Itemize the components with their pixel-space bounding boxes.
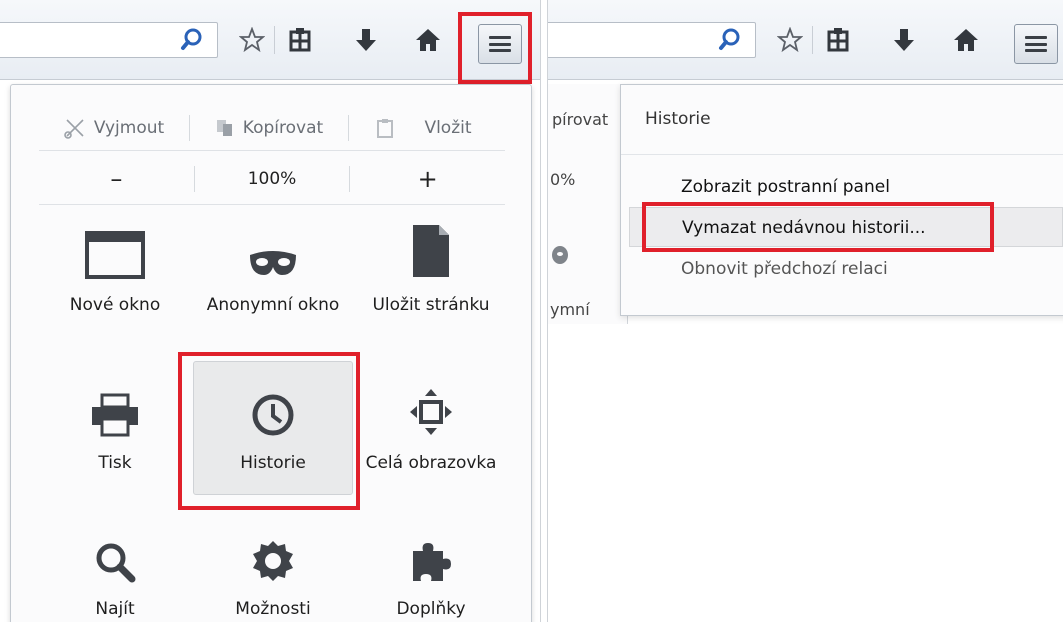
save-page-label: Uložit stránku: [372, 295, 490, 315]
new-window-icon: [85, 231, 145, 279]
cut-label: Vyjmout: [93, 117, 165, 138]
addons-button[interactable]: Doplňky: [351, 527, 511, 619]
home-icon[interactable]: [948, 22, 984, 58]
paste-button[interactable]: Vložit: [349, 113, 499, 143]
zoom-out-button[interactable]: –: [39, 164, 194, 194]
main-menu-partial: pírovat 0% ymní: [548, 84, 628, 324]
bookmarks-menu-icon[interactable]: [820, 22, 856, 58]
save-page-button[interactable]: Uložit stránku: [351, 223, 511, 315]
hamburger-icon: [1025, 36, 1047, 52]
save-page-icon: [413, 225, 449, 277]
private-mask-icon: [552, 246, 568, 264]
copy-button[interactable]: Kopírovat: [190, 113, 348, 143]
fullscreen-button[interactable]: Celá obrazovka: [351, 381, 511, 473]
history-button[interactable]: Historie: [193, 381, 353, 473]
download-icon[interactable]: [886, 22, 922, 58]
fullscreen-label: Celá obrazovka: [365, 453, 497, 473]
addons-puzzle-icon: [413, 543, 451, 581]
search-input[interactable]: [0, 22, 218, 58]
copy-fragment: pírovat: [552, 110, 609, 129]
options-label: Možnosti: [235, 599, 311, 619]
open-menu-button[interactable]: [478, 24, 522, 64]
copy-icon: [216, 119, 232, 136]
private-fragment: ymní: [550, 300, 590, 319]
zoom-controls: – 100% +: [39, 153, 505, 205]
browser-toolbar-right: [548, 0, 1063, 80]
bookmark-star-icon[interactable]: [234, 22, 270, 58]
download-icon[interactable]: [348, 22, 384, 58]
copy-label: Kopírovat: [242, 117, 324, 138]
zoom-in-button[interactable]: +: [350, 164, 505, 194]
show-sidebar-item[interactable]: Zobrazit postranní panel: [629, 167, 1063, 207]
bookmark-star-icon[interactable]: [772, 22, 808, 58]
clear-recent-history-item[interactable]: Vymazat nedávnou historii...: [629, 207, 1063, 247]
find-icon: [96, 543, 136, 583]
print-button[interactable]: Tisk: [35, 381, 195, 473]
options-button[interactable]: Možnosti: [193, 527, 353, 619]
hamburger-icon: [489, 36, 511, 52]
restore-session-item[interactable]: Obnovit předchozí relaci: [629, 249, 1063, 289]
scissors-icon: [64, 118, 84, 139]
home-icon[interactable]: [410, 22, 446, 58]
history-subview: Historie Zobrazit postranní panel Vymaza…: [620, 84, 1063, 316]
print-label: Tisk: [98, 453, 132, 473]
right-screenshot: pírovat 0% ymní Historie Zobrazit postra…: [548, 0, 1063, 622]
left-screenshot: Vyjmout Kopírovat Vložit – 100% + Nové o…: [0, 0, 540, 622]
cut-button[interactable]: Vyjmout: [39, 113, 189, 143]
find-button[interactable]: Najít: [35, 527, 195, 619]
search-icon[interactable]: [179, 26, 207, 54]
edit-controls: Vyjmout Kopírovat Vložit: [39, 105, 505, 151]
private-window-button[interactable]: Anonymní okno: [195, 223, 351, 315]
new-window-label: Nové okno: [69, 295, 161, 315]
zoom-level-button[interactable]: 100%: [195, 164, 350, 194]
private-mask-icon: [250, 251, 296, 275]
private-window-label: Anonymní okno: [206, 295, 340, 315]
paste-label: Vložit: [424, 117, 472, 138]
open-menu-button-right[interactable]: [1014, 24, 1058, 64]
fullscreen-icon: [410, 389, 452, 435]
history-subview-title: Historie: [621, 85, 1063, 155]
search-icon[interactable]: [717, 26, 745, 54]
browser-toolbar: [0, 0, 540, 80]
options-gear-icon: [253, 541, 293, 581]
new-window-button[interactable]: Nové okno: [35, 223, 195, 315]
clipboard-icon: [377, 118, 394, 138]
search-input-right[interactable]: [548, 22, 756, 58]
history-label: Historie: [240, 453, 306, 473]
main-menu-panel: Vyjmout Kopírovat Vložit – 100% + Nové o…: [10, 84, 532, 622]
bookmarks-menu-icon[interactable]: [282, 22, 318, 58]
addons-label: Doplňky: [396, 599, 466, 619]
screenshot-divider: [540, 0, 548, 622]
print-icon: [92, 393, 138, 437]
zoom-fragment: 0%: [550, 170, 576, 189]
history-clock-icon: [252, 394, 294, 436]
find-label: Najít: [95, 599, 135, 619]
